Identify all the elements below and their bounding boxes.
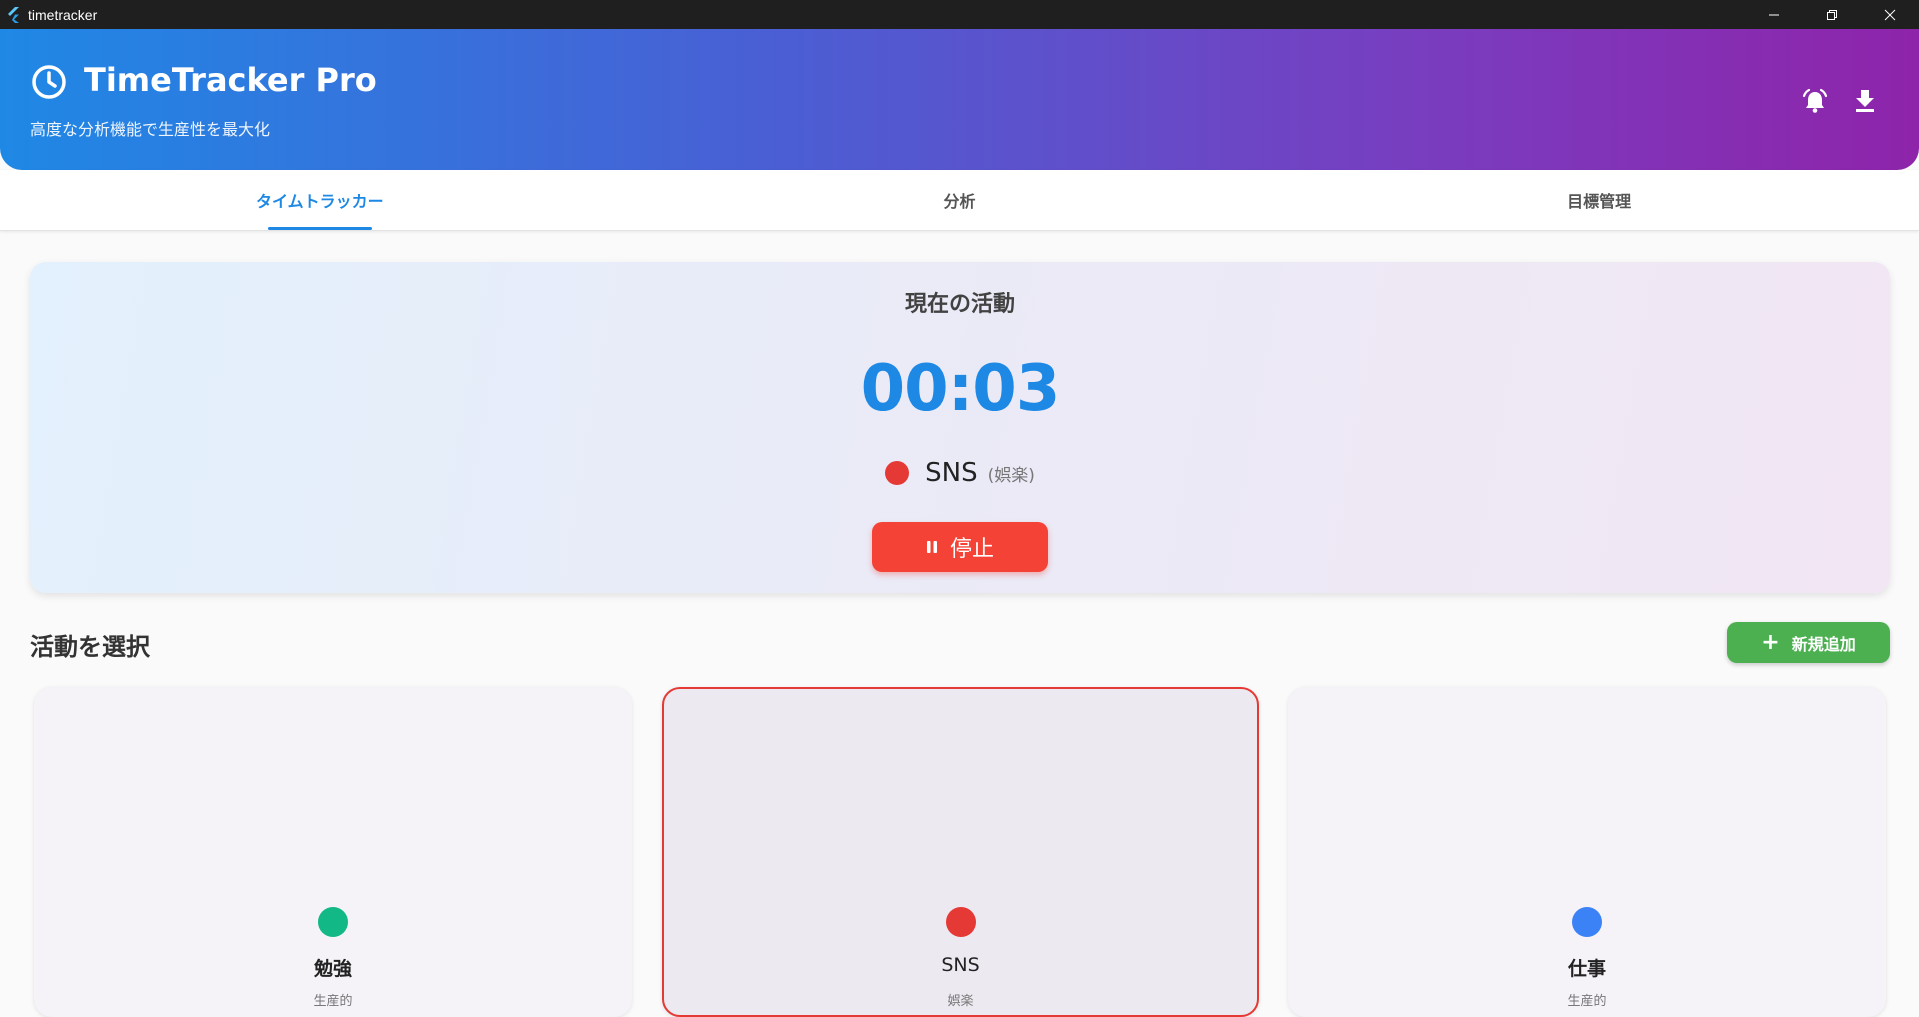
activity-card-work[interactable]: 仕事 生産的: [1288, 687, 1886, 1017]
app-subtitle: 高度な分析機能で生産性を最大化: [30, 120, 271, 139]
current-activity-name: SNS: [925, 458, 978, 488]
restore-icon[interactable]: [1803, 0, 1861, 29]
activity-card-study[interactable]: 勉強 生産的: [34, 687, 632, 1017]
window-title: timetracker: [28, 6, 98, 23]
minimize-icon[interactable]: [1745, 0, 1803, 29]
tab-goals[interactable]: 目標管理: [1279, 170, 1919, 230]
tab-bar: タイムトラッカー 分析 目標管理: [0, 170, 1919, 231]
current-activity-category: (娯楽): [987, 465, 1035, 486]
activity-color-dot: [318, 907, 348, 937]
activity-category: 娯楽: [947, 994, 974, 1009]
activity-name: 勉強: [313, 958, 352, 980]
activity-color-dot: [885, 461, 910, 485]
add-activity-label: 新規追加: [1791, 634, 1856, 654]
activity-category: 生産的: [1567, 994, 1607, 1009]
current-activity-row: SNS (娯楽): [30, 458, 1890, 488]
window-controls: [1745, 0, 1919, 29]
stop-button[interactable]: 停止: [872, 522, 1048, 572]
tab-analysis[interactable]: 分析: [640, 170, 1280, 230]
timer-display: 00:03: [860, 352, 1061, 426]
current-activity-card: 現在の活動 00:03 SNS (娯楽) 停止: [30, 262, 1890, 593]
select-activity-title: 活動を選択: [30, 633, 150, 661]
activity-category: 生産的: [313, 994, 353, 1009]
activity-color-dot: [1572, 907, 1602, 937]
alarm-icon[interactable]: [1799, 85, 1831, 117]
stop-label: 停止: [949, 537, 994, 562]
app-header: TimeTracker Pro 高度な分析機能で生産性を最大化: [0, 29, 1919, 170]
window-titlebar: timetracker: [0, 0, 1919, 29]
app-title: TimeTracker Pro: [84, 61, 377, 99]
current-activity-heading: 現在の活動: [904, 292, 1015, 317]
flutter-icon: [6, 6, 20, 23]
pause-icon: [926, 540, 938, 554]
tab-time-tracker[interactable]: タイムトラッカー: [0, 170, 640, 230]
activity-card-sns[interactable]: SNS 娯楽: [662, 687, 1259, 1017]
plus-icon: +: [1761, 630, 1780, 655]
download-icon[interactable]: [1849, 85, 1881, 117]
close-icon[interactable]: [1861, 0, 1919, 29]
activity-color-dot: [945, 907, 976, 937]
add-activity-button[interactable]: + 新規追加: [1727, 622, 1890, 663]
clock-icon: [30, 63, 68, 101]
activity-name: 仕事: [1567, 958, 1606, 980]
activity-name: SNS: [941, 954, 980, 976]
